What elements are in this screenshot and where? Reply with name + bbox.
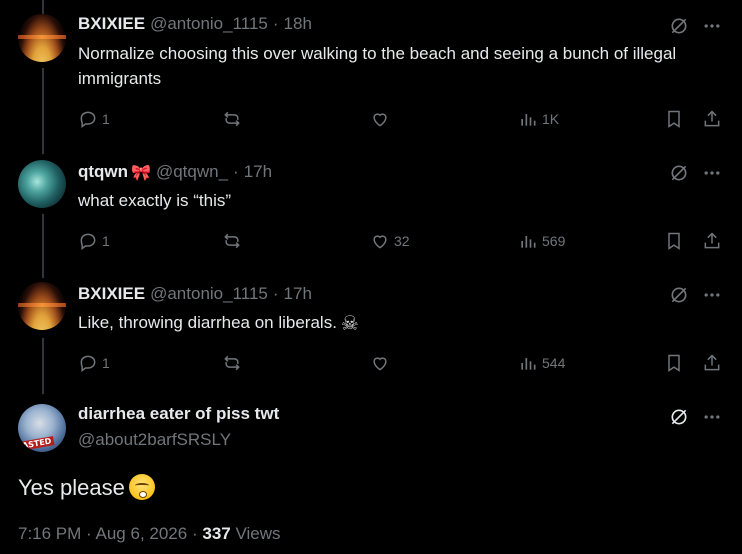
- reply-count: 1: [102, 111, 110, 127]
- avatar[interactable]: ASTED: [18, 404, 66, 452]
- separator-dot: ·: [86, 524, 92, 543]
- share-icon[interactable]: [702, 353, 722, 373]
- drooling-face-emoji: [128, 474, 155, 500]
- author-handle[interactable]: @antonio_1115: [150, 14, 268, 34]
- author-name[interactable]: diarrhea eater of piss twt: [78, 404, 279, 424]
- heart-icon: [373, 113, 387, 127]
- more-icon[interactable]: [702, 163, 722, 183]
- grok-icon[interactable]: [669, 163, 689, 183]
- post-time[interactable]: 17h: [244, 162, 272, 182]
- share-icon[interactable]: [702, 231, 722, 251]
- view-count: 544: [542, 355, 566, 371]
- grok-icon[interactable]: [669, 16, 689, 36]
- repost-icon: [224, 355, 240, 371]
- author-handle[interactable]: @antonio_1115: [150, 284, 268, 304]
- skull-emoji: ☠: [340, 311, 359, 335]
- bookmark-icon[interactable]: [664, 353, 684, 373]
- author-handle[interactable]: @qtqwn_: [156, 162, 228, 182]
- avatar-stamp: ASTED: [19, 436, 55, 451]
- views-button[interactable]: 569: [518, 231, 565, 251]
- avatar[interactable]: [18, 282, 66, 330]
- post-date[interactable]: Aug 6, 2026: [96, 524, 188, 543]
- separator-dot: ·: [191, 524, 198, 543]
- repost-icon: [224, 111, 240, 127]
- repost-button[interactable]: [222, 109, 242, 129]
- repost-icon: [224, 233, 240, 249]
- reply-count: 1: [102, 233, 110, 249]
- avatar[interactable]: [18, 160, 66, 208]
- like-button[interactable]: 32: [370, 231, 410, 251]
- reply-tweet[interactable]: BXIXIEE @antonio_1115 · 18h Normalize ch…: [0, 14, 742, 142]
- views-button[interactable]: 544: [518, 353, 565, 373]
- grok-icon[interactable]: [669, 407, 689, 427]
- main-tweet-text-row: Yes please: [18, 474, 155, 501]
- bookmark-icon[interactable]: [664, 109, 684, 129]
- bow-emoji: 🎀: [131, 162, 151, 182]
- author-name[interactable]: BXIXIEE: [78, 14, 145, 34]
- tweet-text: Normalize choosing this over walking to …: [78, 44, 677, 88]
- tweet-text: what exactly is “this”: [78, 191, 232, 210]
- grok-icon[interactable]: [669, 285, 689, 305]
- heart-icon: [373, 357, 387, 371]
- avatar[interactable]: [18, 14, 66, 62]
- post-time[interactable]: 17h: [284, 284, 312, 304]
- thread-line: [42, 0, 44, 14]
- views-icon: [521, 358, 536, 370]
- more-icon[interactable]: [702, 16, 722, 36]
- views-count: 337: [202, 524, 231, 543]
- reply-tweet[interactable]: qtqwn 🎀 @qtqwn_ · 17h what exactly is “t…: [0, 160, 742, 270]
- views-icon: [521, 114, 536, 126]
- like-button[interactable]: [370, 109, 390, 129]
- reply-button[interactable]: 1: [78, 353, 110, 373]
- reply-button[interactable]: 1: [78, 231, 110, 251]
- author-name[interactable]: qtqwn: [78, 162, 128, 182]
- post-time[interactable]: 18h: [284, 14, 312, 34]
- tweet-text: Like, throwing diarrhea on liberals.: [78, 313, 337, 332]
- like-button[interactable]: [370, 353, 390, 373]
- separator-dot: ·: [233, 162, 239, 181]
- views-button[interactable]: 1K: [518, 109, 559, 129]
- reply-tweet[interactable]: BXIXIEE @antonio_1115 · 17h Like, throwi…: [0, 282, 742, 392]
- separator-dot: ·: [272, 284, 279, 303]
- views-label: Views: [235, 524, 281, 543]
- tweet-text-row: Like, throwing diarrhea on liberals. ☠: [78, 310, 718, 336]
- tweet-metadata: 7:16 PM · Aug 6, 2026 · 337 Views: [18, 524, 281, 544]
- bookmark-icon[interactable]: [664, 231, 684, 251]
- repost-button[interactable]: [222, 231, 242, 251]
- view-count: 1K: [542, 111, 560, 127]
- author-name[interactable]: BXIXIEE: [78, 284, 145, 304]
- post-time[interactable]: 7:16 PM: [18, 524, 81, 543]
- reply-icon: [80, 111, 96, 128]
- heart-icon: [373, 235, 387, 249]
- like-count: 32: [394, 233, 410, 249]
- more-icon[interactable]: [702, 285, 722, 305]
- more-icon[interactable]: [702, 407, 722, 427]
- view-count: 569: [542, 233, 566, 249]
- main-tweet-text: Yes please: [18, 475, 125, 500]
- views-icon: [521, 236, 536, 248]
- reply-icon: [80, 233, 96, 250]
- reply-icon: [80, 355, 96, 372]
- reply-button[interactable]: 1: [78, 109, 110, 129]
- author-handle[interactable]: @about2barfSRSLY: [78, 430, 231, 450]
- reply-count: 1: [102, 355, 110, 371]
- repost-button[interactable]: [222, 353, 242, 373]
- separator-dot: ·: [272, 14, 279, 33]
- share-icon[interactable]: [702, 109, 722, 129]
